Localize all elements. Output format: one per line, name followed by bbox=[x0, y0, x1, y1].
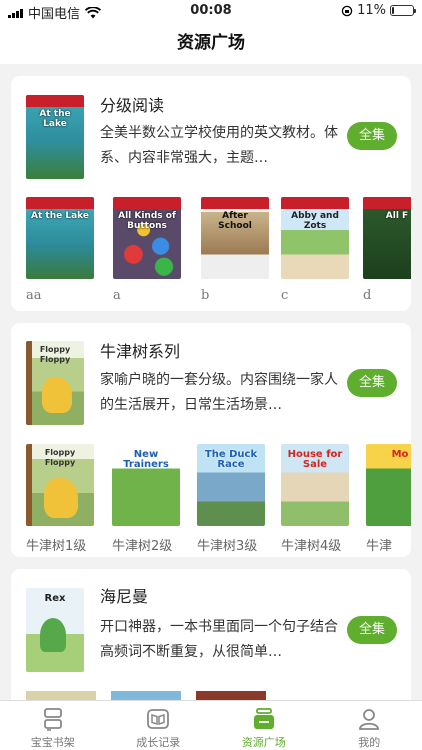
section-card-graded-reading: At the Lake 分级阅读 全美半数公立学校使用的英文教材。体系、内容非常… bbox=[11, 76, 411, 311]
section-title[interactable]: 分级阅读 bbox=[100, 92, 164, 116]
book-item[interactable]: The Duck Race 牛津树3级 bbox=[197, 444, 269, 554]
section-card-oxford-tree: Floppy Floppy 牛津树系列 家喻户晓的一套分级。内容围绕一家人的生活… bbox=[11, 323, 411, 557]
book-label: aa bbox=[26, 288, 42, 303]
tab-mine[interactable]: 我的 bbox=[317, 701, 422, 750]
book-label: 牛津树1级 bbox=[26, 539, 87, 554]
status-bar: 中国电信 00:08 11% bbox=[0, 0, 422, 22]
tab-label: 宝宝书架 bbox=[30, 736, 75, 749]
book-item[interactable]: All F d bbox=[363, 197, 411, 303]
tab-growth-record[interactable]: 成长记录 bbox=[106, 701, 212, 750]
battery-level bbox=[392, 7, 394, 14]
book-label: a bbox=[113, 288, 121, 303]
book-item[interactable] bbox=[111, 691, 181, 700]
nav-bar: 资源广场 bbox=[0, 22, 422, 64]
view-all-button[interactable]: 全集 bbox=[347, 122, 397, 150]
book-open-icon bbox=[147, 709, 170, 729]
book-item[interactable]: Floppy Floppy 牛津树1级 bbox=[26, 444, 98, 554]
book-item[interactable]: After School b bbox=[201, 197, 273, 303]
battery-percent: 11% bbox=[357, 3, 386, 18]
tab-bookshelf[interactable]: 宝宝书架 bbox=[0, 701, 106, 750]
section-title[interactable]: 牛津树系列 bbox=[100, 338, 180, 362]
section-description: 全美半数公立学校使用的英文教材。体系、内容非常强大，主题… bbox=[100, 125, 338, 166]
section-description: 家喻户晓的一套分级。内容围绕一家人的生活展开，日常生活场景… bbox=[100, 372, 338, 413]
book-label: d bbox=[363, 288, 372, 303]
book-label: 牛津树3级 bbox=[197, 539, 258, 554]
section-cover-image[interactable]: Floppy Floppy bbox=[26, 341, 84, 425]
book-item[interactable] bbox=[196, 691, 266, 700]
tab-resource-plaza[interactable]: 资源广场 bbox=[211, 701, 317, 750]
section-title[interactable]: 海尼曼 bbox=[100, 583, 148, 607]
tab-label: 成长记录 bbox=[136, 736, 181, 749]
book-carousel[interactable]: At the Lake aa All Kinds of Buttons a Af… bbox=[11, 197, 411, 311]
battery-icon bbox=[390, 5, 416, 16]
book-item[interactable]: New Trainers 牛津树2级 bbox=[112, 444, 184, 554]
section-cover-image[interactable]: Rex bbox=[26, 588, 84, 672]
book-item[interactable]: All Kinds of Buttons a bbox=[113, 197, 185, 303]
section-card-heinemann: Rex 海尼曼 开口神器，一本书里面同一个句子结合高频词不断重复，从很简单… 全… bbox=[11, 569, 411, 700]
book-item[interactable]: At the Lake aa bbox=[26, 197, 98, 303]
person-icon bbox=[359, 709, 380, 730]
book-carousel[interactable]: Floppy Floppy 牛津树1级 New Trainers 牛津树2级 T… bbox=[11, 444, 411, 557]
book-label: b bbox=[201, 288, 210, 303]
orientation-lock-icon bbox=[341, 5, 353, 16]
book-item[interactable]: Mo 牛津 bbox=[366, 444, 411, 554]
resource-box-icon bbox=[253, 708, 274, 729]
view-all-button[interactable]: 全集 bbox=[347, 616, 397, 644]
book-label: 牛津树4级 bbox=[281, 539, 342, 554]
book-item[interactable]: Abby and Zots c bbox=[281, 197, 353, 303]
tab-bar: 宝宝书架 成长记录 资源广场 我的 bbox=[0, 700, 422, 750]
tab-label: 资源广场 bbox=[241, 736, 286, 749]
book-label: 牛津 bbox=[366, 539, 393, 554]
page-title: 资源广场 bbox=[177, 33, 245, 53]
view-all-button[interactable]: 全集 bbox=[347, 369, 397, 397]
book-label: 牛津树2级 bbox=[112, 539, 173, 554]
book-item[interactable] bbox=[26, 691, 96, 700]
book-label: c bbox=[281, 288, 289, 303]
section-description: 开口神器，一本书里面同一个句子结合高频词不断重复，从很简单… bbox=[100, 619, 338, 660]
book-item[interactable]: House for Sale 牛津树4级 bbox=[281, 444, 353, 554]
tab-label: 我的 bbox=[358, 736, 381, 749]
section-cover-image[interactable]: At the Lake bbox=[26, 95, 84, 179]
bookshelf-icon bbox=[43, 708, 62, 731]
